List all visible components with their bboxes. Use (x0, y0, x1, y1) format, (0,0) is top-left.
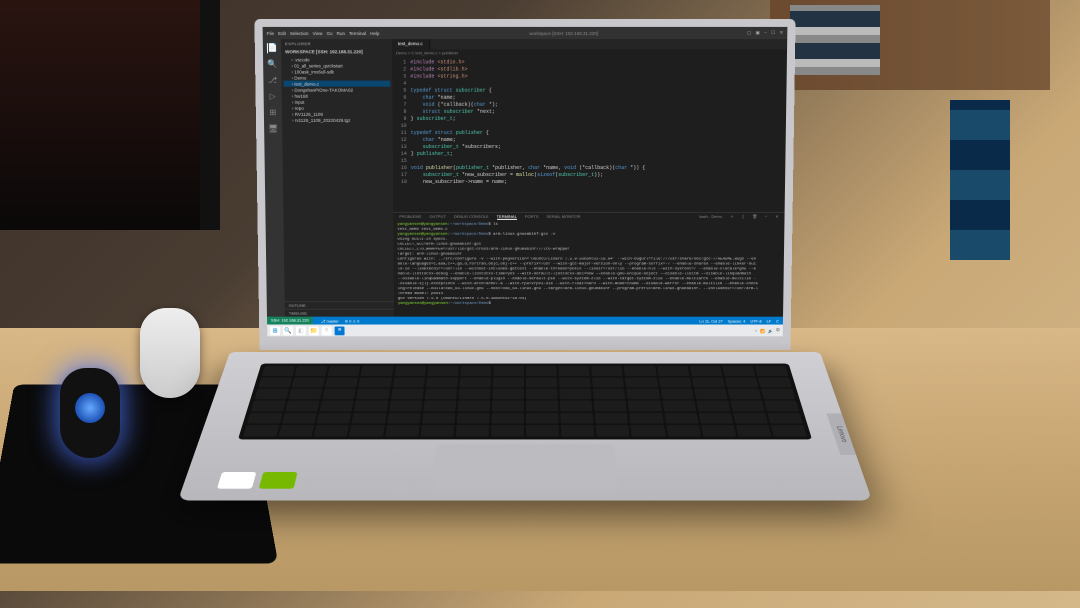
touchpad (432, 444, 618, 488)
window-controls[interactable]: ▢ ▣ − ☐ ✕ (744, 30, 783, 36)
panel-tab-output[interactable]: OUTPUT (429, 214, 445, 220)
new-terminal-icon[interactable]: ＋ (730, 214, 734, 220)
tree-item[interactable]: › rv1126_1109_20220429.tgz (284, 117, 390, 123)
menu-edit[interactable]: Edit (278, 30, 286, 35)
maximize-icon[interactable]: ☐ (771, 30, 775, 35)
clock[interactable]: 中 (776, 327, 780, 333)
mouse-white (140, 308, 200, 398)
mouse-black-rgb (60, 368, 120, 458)
status-item[interactable]: Ln 11, Col 27 (699, 318, 722, 323)
panel-tab-serial monitor[interactable]: SERIAL MONITOR (547, 214, 581, 220)
menu-help[interactable]: Help (370, 30, 379, 35)
search-icon[interactable]: 🔍 (267, 59, 277, 69)
editor-group: test_demo.c Demo > C test_demo.c > publi… (392, 39, 787, 317)
status-bar[interactable]: SSH: 192.168.31.220 ⎇ master ⊘ 0 ⚠ 0 Ln … (267, 317, 783, 325)
git-branch[interactable]: ⎇ master (321, 318, 339, 323)
menu-go[interactable]: Go (326, 30, 332, 35)
vscode-button[interactable]: ≡ (335, 326, 345, 335)
menu-selection[interactable]: Selection (290, 30, 309, 35)
outline-section[interactable]: OUTLINE (285, 301, 394, 309)
source-control-icon[interactable]: ⎇ (267, 76, 277, 86)
panel[interactable]: PROBLEMS OUTPUT DEBUG CONSOLE TERMINAL PORTS… (393, 212, 784, 317)
status-item[interactable]: LF (766, 318, 771, 323)
minimize-icon[interactable]: − (764, 30, 767, 35)
close-icon[interactable]: ✕ (779, 30, 783, 35)
menu-run[interactable]: Run (337, 30, 345, 35)
explorer-button[interactable]: 📁 (309, 326, 319, 335)
panel-tab-problems[interactable]: PROBLEMS (399, 214, 421, 220)
shell-picker[interactable]: bash - Demo (699, 214, 722, 220)
laptop-screen: File Edit Selection ViewGo Run Terminal Help w… (254, 19, 795, 350)
status-item[interactable]: Spaces: 4 (728, 318, 746, 323)
panel-tab-ports[interactable]: PORTS (525, 214, 539, 220)
menu-terminal[interactable]: Terminal (349, 30, 366, 35)
status-item[interactable]: UTF-8 (750, 318, 761, 323)
menu-view[interactable]: View (313, 30, 323, 35)
tray-chevron-icon[interactable]: ^ (755, 328, 757, 333)
problems-status[interactable]: ⊘ 0 ⚠ 0 (345, 318, 360, 323)
system-tray[interactable]: ^ 📶 🔊 中 (755, 327, 780, 333)
remote-indicator[interactable]: SSH: 192.168.31.220 (267, 317, 313, 325)
laptop: File Edit Selection ViewGo Run Terminal Help w… (230, 20, 820, 580)
taskview-button[interactable]: ◧ (296, 326, 306, 335)
explorer-title: EXPLORER (281, 39, 392, 48)
editor-tab[interactable]: test_demo.c (392, 39, 430, 49)
trash-icon[interactable]: 🗑 (752, 214, 757, 220)
layout-icon[interactable]: ▣ (755, 30, 759, 35)
file-tree[interactable]: › .vscode› 01_all_series_quickstart› 100… (281, 55, 394, 301)
remote-icon[interactable]: 🖥 (268, 124, 278, 134)
stickers (217, 472, 298, 489)
extensions-icon[interactable]: ⊞ (268, 108, 278, 118)
edge-button[interactable]: e (322, 326, 332, 335)
vscode-window: File Edit Selection ViewGo Run Terminal Help w… (263, 27, 788, 336)
explorer-icon[interactable]: 📄 (266, 43, 277, 53)
terminal[interactable]: yangyansen@yangyansen:~/workspace/Demo$ … (393, 221, 784, 317)
qr-sticker (217, 472, 257, 489)
laptop-base: Lenovo (178, 352, 872, 500)
maximize-panel-icon[interactable]: ^ (765, 214, 767, 220)
window-title: workspace [SSH: 192.168.31.220] (390, 30, 738, 35)
close-panel-icon[interactable]: ✕ (775, 214, 778, 220)
nvidia-sticker (259, 472, 298, 489)
panel-tabs[interactable]: PROBLEMS OUTPUT DEBUG CONSOLE TERMINAL PORTS… (393, 213, 784, 221)
breadcrumb[interactable]: Demo > C test_demo.c > publisher (392, 49, 787, 57)
status-item[interactable]: C (776, 318, 779, 323)
explorer-sidebar[interactable]: EXPLORER WORKSPACE [SSH: 192.168.31.220]… (281, 39, 394, 317)
panel-tab-debug console[interactable]: DEBUG CONSOLE (454, 214, 489, 220)
external-monitor (0, 0, 220, 230)
timeline-section[interactable]: TIMELINE (285, 309, 394, 317)
wifi-icon[interactable]: 📶 (760, 328, 765, 333)
start-button[interactable]: ⊞ (270, 326, 280, 335)
editor-tabs[interactable]: test_demo.c (392, 39, 787, 49)
vscode-titlebar[interactable]: File Edit Selection ViewGo Run Terminal Help w… (263, 27, 788, 39)
menu-file[interactable]: File (267, 30, 274, 35)
laptop-keyboard (238, 364, 812, 440)
workspace-name[interactable]: WORKSPACE [SSH: 192.168.31.220] (281, 48, 392, 55)
panel-tab-terminal[interactable]: TERMINAL (497, 214, 517, 220)
menu-bar[interactable]: File Edit Selection ViewGo Run Terminal Help (267, 30, 384, 35)
split-terminal-icon[interactable]: ▯ (742, 214, 744, 220)
search-button[interactable]: 🔍 (283, 326, 293, 335)
layout-icon[interactable]: ▢ (747, 30, 751, 35)
debug-icon[interactable]: ▷ (268, 92, 278, 102)
windows-taskbar[interactable]: ⊞ 🔍 ◧ 📁 e ≡ ^ 📶 🔊 中 (267, 325, 783, 337)
code-editor[interactable]: 1#include <stdio.h>2#include <stdlib.h>3… (392, 57, 787, 212)
volume-icon[interactable]: 🔊 (768, 328, 773, 333)
